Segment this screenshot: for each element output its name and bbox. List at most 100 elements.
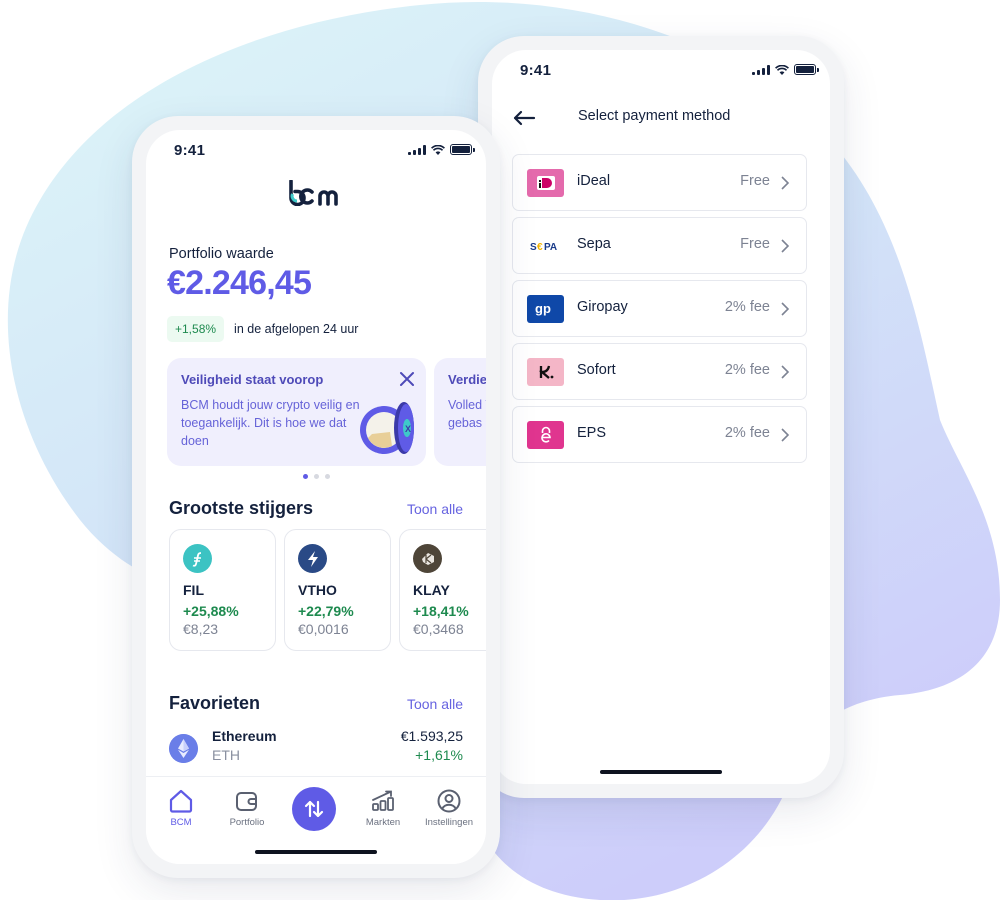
show-all-favorites-link[interactable]: Toon alle — [407, 696, 463, 712]
wallet-icon — [236, 792, 257, 811]
payment-method-name: Giropay — [577, 299, 628, 315]
tab-instellingen[interactable]: Instellingen — [414, 789, 484, 828]
carousel-dot[interactable] — [302, 474, 308, 479]
gainer-card[interactable]: VTHO +22,79% €0,0016 — [284, 529, 391, 651]
home-icon — [169, 789, 193, 813]
coin-symbol: KLAY — [413, 582, 450, 598]
status-time: 9:41 — [174, 142, 206, 159]
promo-body: BCM houdt jouw crypto veilig en toeganke… — [181, 398, 360, 448]
portfolio-value: €2.246,45 — [167, 264, 312, 302]
gainer-card[interactable]: KLAY +18,41% €0,3468 — [399, 529, 486, 651]
eps-logo — [527, 421, 564, 449]
favorite-item[interactable]: Ethereum ETH €1.593,25 +1,61% — [169, 728, 463, 772]
home-indicator — [255, 850, 377, 854]
payment-method-sepa[interactable]: S € PA Sepa Free — [512, 217, 807, 274]
filecoin-icon — [183, 544, 212, 573]
payment-method-sofort[interactable]: Sofort 2% fee — [512, 343, 807, 400]
tab-label: BCM — [170, 817, 192, 828]
payment-method-ideal[interactable]: iDeal Free — [512, 154, 807, 211]
coin-price: €1.593,25 — [400, 728, 463, 744]
coin-price: €0,3468 — [413, 621, 464, 637]
payment-method-name: iDeal — [577, 173, 611, 189]
promo-title: Veiligheid staat voorop — [181, 372, 324, 387]
coin-price: €0,0016 — [298, 621, 349, 637]
bcm-logo — [146, 179, 486, 211]
change-period-text: in de afgelopen 24 uur — [234, 322, 359, 336]
coin-symbol: VTHO — [298, 582, 337, 598]
section-title: Favorieten — [169, 693, 261, 713]
home-indicator — [600, 770, 722, 774]
promo-card[interactable]: Verdie Volled Veilig - gebas — [434, 358, 486, 466]
klarna-logo — [527, 358, 564, 386]
promo-carousel[interactable]: Veiligheid staat voorop BCM houdt jouw c… — [167, 358, 486, 466]
payment-method-eps[interactable]: EPS 2% fee — [512, 406, 807, 463]
svg-text:gp: gp — [535, 301, 551, 316]
close-icon[interactable] — [398, 370, 416, 388]
coin-symbol: ETH — [212, 747, 240, 763]
chevron-right-icon — [781, 428, 790, 442]
svg-text:PA: PA — [544, 242, 557, 251]
wifi-icon — [431, 144, 445, 155]
section-title: Grootste stijgers — [169, 498, 314, 518]
chevron-right-icon — [781, 365, 790, 379]
svg-text:€: € — [537, 242, 543, 251]
status-time: 9:41 — [520, 62, 552, 79]
payment-method-list: iDeal Free S € PA Sepa Free gp Giropay 2% … — [512, 154, 807, 469]
ideal-logo — [527, 169, 564, 197]
status-bar: 9:41 — [146, 130, 486, 174]
payment-method-name: EPS — [577, 425, 607, 441]
giropay-logo: gp — [527, 295, 564, 323]
promo-card[interactable]: Veiligheid staat voorop BCM houdt jouw c… — [167, 358, 426, 466]
transfer-button[interactable] — [292, 787, 336, 831]
payment-method-name: Sepa — [577, 236, 611, 252]
carousel-dots — [146, 474, 486, 479]
payment-method-fee: Free — [740, 173, 770, 189]
transfer-icon — [304, 800, 324, 818]
tab-portfolio[interactable]: Portfolio — [212, 789, 282, 828]
chevron-right-icon — [781, 302, 790, 316]
back-arrow-icon[interactable] — [512, 108, 536, 128]
promo-body: Volled Veilig - gebas — [448, 398, 486, 430]
payment-method-fee: 2% fee — [724, 299, 770, 315]
tab-bcm[interactable]: BCM — [146, 789, 216, 828]
tab-markten[interactable]: Markten — [348, 789, 418, 828]
payment-method-fee: 2% fee — [724, 362, 770, 378]
tab-label: Markten — [365, 817, 401, 828]
wifi-icon — [775, 64, 789, 75]
portfolio-label: Portfolio waarde — [169, 246, 274, 262]
chevron-right-icon — [781, 176, 790, 190]
portfolio-change: +1,58% in de afgelopen 24 uur — [167, 316, 358, 342]
gainers-list: FIL +25,88% €8,23 VTHO +22,79% €0,0016 K… — [169, 529, 486, 651]
chart-icon — [372, 790, 394, 811]
page-title: Select payment method — [578, 108, 731, 124]
battery-icon — [794, 64, 819, 75]
status-bar: 9:41 — [492, 50, 830, 94]
carousel-dot[interactable] — [313, 474, 319, 479]
favorites-header: Favorieten Toon alle — [169, 693, 463, 714]
vault-illustration: X — [360, 402, 414, 454]
promo-title: Verdie — [448, 372, 486, 387]
payment-method-giropay[interactable]: gp Giropay 2% fee — [512, 280, 807, 337]
battery-icon — [450, 144, 475, 155]
payment-screen: 9:41 Select payment method iDeal Free S €… — [492, 50, 830, 784]
payment-method-name: Sofort — [577, 362, 616, 378]
ethereum-icon — [169, 734, 198, 763]
coin-change: +18,41% — [413, 603, 469, 619]
coin-symbol: FIL — [183, 582, 204, 598]
klaytn-icon — [413, 544, 442, 573]
tab-label: Instellingen — [424, 817, 474, 828]
home-phone: 9:41 Portfolio waarde €2.246,45 +1,58% i… — [132, 116, 500, 878]
svg-text:S: S — [530, 242, 537, 251]
coin-change: +22,79% — [298, 603, 354, 619]
gainer-card[interactable]: FIL +25,88% €8,23 — [169, 529, 276, 651]
coin-price: €8,23 — [183, 621, 219, 637]
user-icon — [437, 789, 461, 813]
coin-change: +1,61% — [415, 747, 463, 763]
payment-method-fee: Free — [740, 236, 770, 252]
tab-label: Portfolio — [229, 817, 265, 828]
coin-change: +25,88% — [183, 603, 239, 619]
chevron-right-icon — [781, 239, 790, 253]
svg-text:X: X — [405, 424, 411, 434]
show-all-gainers-link[interactable]: Toon alle — [407, 501, 463, 517]
carousel-dot[interactable] — [324, 474, 330, 479]
